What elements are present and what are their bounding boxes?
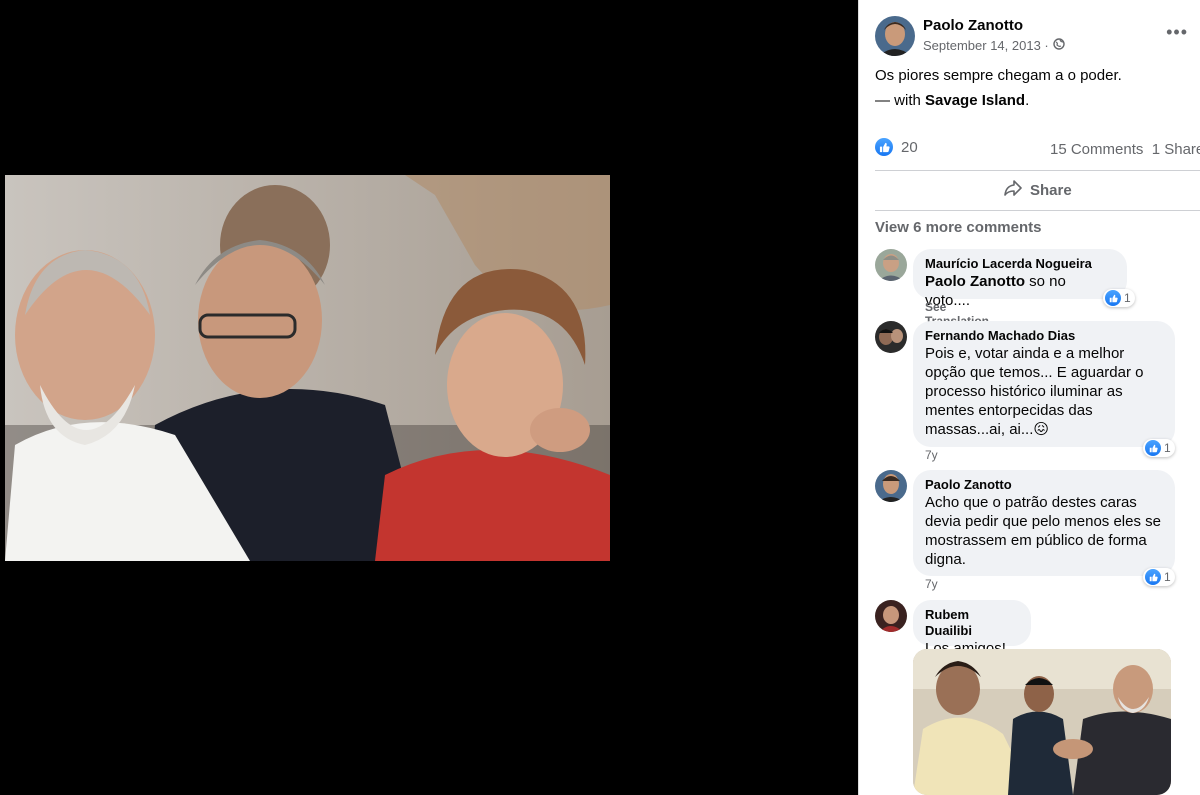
commenter-name[interactable]: Rubem Duailibi [925,607,1019,639]
post-date[interactable]: September 14, 2013 · [923,38,1049,53]
comment-count[interactable]: 15 Comments [1050,141,1143,158]
post-panel: Paolo Zanotto September 14, 2013 · ••• O… [858,0,1200,795]
post-text: Os piores sempre chegam a o poder. — wit… [875,63,1122,113]
comment-bubble: Rubem Duailibi Los amigos! [913,600,1031,657]
mention-link[interactable]: Paolo Zanotto [925,273,1025,290]
author-name[interactable]: Paolo Zanotto [923,17,1023,34]
post-meta: September 14, 2013 · [923,38,1065,53]
avatar[interactable] [875,249,907,281]
commenter-name[interactable]: Maurício Lacerda Nogueira [925,256,1115,272]
comment-time[interactable]: 7y [925,577,938,591]
reaction-count: 1 [1164,570,1171,584]
like-icon [1105,290,1121,306]
avatar[interactable] [875,321,907,353]
avatar[interactable] [875,470,907,502]
post-body: Os piores sempre chegam a o poder. [875,67,1122,84]
commenter-name[interactable]: Fernando Machado Dias [925,328,1163,344]
reaction-summary[interactable]: 20 [875,138,918,156]
more-options-icon[interactable]: ••• [1166,22,1188,43]
engagement-counts: 15 Comments 1 Share [1050,141,1200,158]
comment-reaction-count[interactable]: 1 [1143,568,1175,586]
share-label: Share [1030,181,1072,199]
view-more-comments[interactable]: View 6 more comments [875,219,1041,236]
globe-icon [1053,38,1065,53]
reaction-count: 1 [1124,291,1131,305]
comment-bubble: Fernando Machado Dias Pois e, votar aind… [913,321,1175,447]
comment-meta: 7y [925,577,938,591]
comment-time[interactable]: 7y [925,448,938,462]
comment-meta: 7y [925,448,938,462]
photo-viewer [0,0,858,795]
post-photo[interactable] [5,175,610,561]
avatar[interactable] [875,600,907,632]
share-count[interactable]: 1 Share [1152,141,1200,158]
commenter-name[interactable]: Paolo Zanotto [925,477,1163,493]
like-count: 20 [901,138,918,156]
share-button[interactable]: Share [1004,180,1072,200]
divider [875,170,1200,171]
comment-text: Pois e, votar ainda e a melhor opção que… [925,345,1144,438]
like-icon [875,138,893,156]
tagged-place-link[interactable]: Savage Island [925,92,1025,109]
comment-reaction-count[interactable]: 1 [1103,289,1135,307]
like-icon [1145,569,1161,585]
comment-bubble: Paolo Zanotto Acho que o patrão destes c… [913,470,1175,576]
comment-reaction-count[interactable]: 1 [1143,439,1175,457]
author-avatar[interactable] [875,16,915,56]
with-suffix: . [1025,92,1030,109]
post-tag-line: — with Savage Island. [875,88,1122,113]
with-prefix: — with [875,92,926,109]
divider [875,210,1200,211]
like-icon [1145,440,1161,456]
reaction-count: 1 [1164,441,1171,455]
share-icon [1004,180,1022,200]
comment-text: Acho que o patrão destes caras devia ped… [925,494,1161,568]
comment-photo[interactable] [913,649,1171,795]
comment-bubble: Maurício Lacerda Nogueira Paolo Zanotto … [913,249,1127,309]
